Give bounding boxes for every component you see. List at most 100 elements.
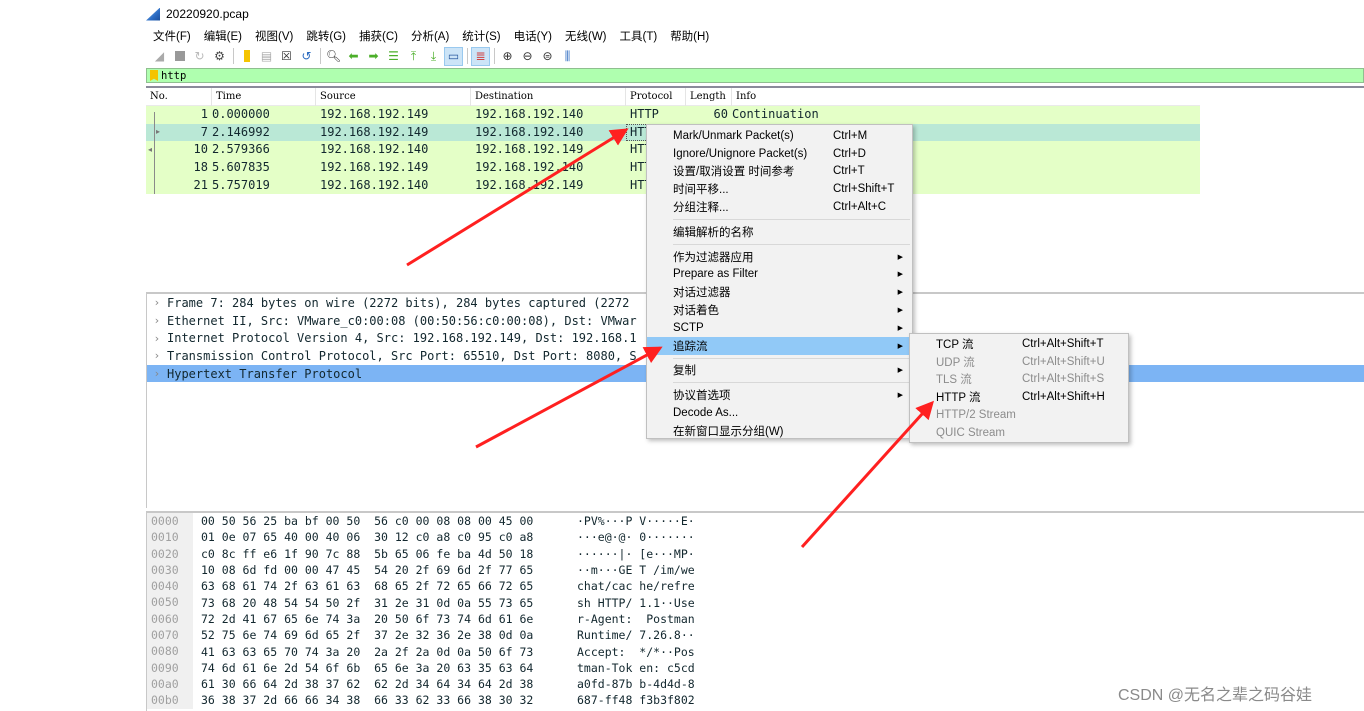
column-header-len[interactable]: Length [686, 87, 732, 106]
byte-ascii[interactable]: Runtime/ 7.26.8·· [573, 628, 695, 642]
byte-ascii[interactable]: r-Agent: Postman [573, 612, 695, 626]
byte-offset: 0060 [147, 610, 193, 628]
column-header-time[interactable]: Time [212, 87, 316, 106]
column-header-no[interactable]: No. [146, 87, 212, 106]
context-menu-item[interactable]: 分组注释... Ctrl+Alt+C [647, 198, 912, 216]
byte-hex[interactable]: c0 8c ff e6 1f 90 7c 88 5b 65 06 fe ba 4… [193, 547, 573, 561]
menu-separator [673, 218, 910, 220]
byte-hex[interactable]: 61 30 66 64 2d 38 37 62 62 2d 34 64 34 6… [193, 677, 573, 691]
byte-ascii[interactable]: Accept: */*··Pos [573, 645, 695, 659]
context-menu-item[interactable]: 对话过滤器 ▶ [647, 283, 912, 301]
bytes-row: 0090 74 6d 61 6e 2d 54 6f 6b 65 6e 3a 20 … [147, 659, 1364, 676]
context-menu-item[interactable]: 协议首选项 ▶ [647, 386, 912, 404]
menu-bar: 文件(F) 编辑(E) 视图(V) 跳转(G) 捕获(C) 分析(A) 统计(S) 电话(Y)… [146, 27, 715, 45]
go-back-icon[interactable]: ⬅ [344, 47, 363, 66]
menu-item-label: 编辑解析的名称 [673, 226, 754, 239]
byte-ascii[interactable]: ···e@·@· 0······· [573, 530, 695, 544]
first-packet-icon[interactable]: ⤒ [404, 47, 423, 66]
menu-1[interactable]: 编辑(E) [197, 28, 248, 44]
byte-hex[interactable]: 72 2d 41 67 65 6e 74 3a 20 50 6f 73 74 6… [193, 612, 573, 626]
zoom-in-icon[interactable]: ⊕ [498, 47, 517, 66]
byte-hex[interactable]: 41 63 63 65 70 74 3a 20 2a 2f 2a 0d 0a 5… [193, 645, 573, 659]
stop-capture-icon[interactable] [170, 47, 189, 66]
zoom-out-icon[interactable]: ⊖ [518, 47, 537, 66]
menu-8[interactable]: 无线(W) [558, 28, 613, 44]
byte-ascii[interactable]: ······|· [e···MP· [573, 547, 695, 561]
find-packet-icon[interactable]: 🔍︎ [324, 47, 343, 66]
byte-hex[interactable]: 63 68 61 74 2f 63 61 63 68 65 2f 72 65 6… [193, 579, 573, 593]
context-menu-item[interactable]: 设置/取消设置 时间参考 Ctrl+T [647, 163, 912, 181]
menu-6[interactable]: 统计(S) [455, 28, 506, 44]
byte-ascii[interactable]: ·PV%···P V·····E· [573, 514, 695, 528]
menu-3[interactable]: 跳转(G) [299, 28, 352, 44]
packet-cell-no: 21 [193, 177, 208, 192]
context-menu-item[interactable]: 编辑解析的名称 [647, 223, 912, 241]
follow-stream-item[interactable]: TCP 流 Ctrl+Alt+Shift+T [910, 335, 1128, 353]
byte-hex[interactable]: 74 6d 61 6e 2d 54 6f 6b 65 6e 3a 20 63 3… [193, 661, 573, 675]
byte-hex[interactable]: 52 75 6e 74 69 6d 65 2f 37 2e 32 36 2e 3… [193, 628, 573, 642]
go-to-packet-icon[interactable]: ☰ [384, 47, 403, 66]
byte-ascii[interactable]: tman-Tok en: c5cd [573, 661, 695, 675]
byte-ascii[interactable]: 687-ff48 f3b3f802 [573, 693, 695, 707]
byte-hex[interactable]: 01 0e 07 65 40 00 40 06 30 12 c0 a8 c0 9… [193, 530, 573, 544]
context-menu-item[interactable]: 复制 ▶ [647, 362, 912, 380]
context-menu-item[interactable]: 对话着色 ▶ [647, 301, 912, 319]
close-file-icon[interactable]: ☒ [277, 47, 296, 66]
submenu-arrow-icon: ▶ [897, 324, 903, 332]
byte-hex[interactable]: 73 68 20 48 54 54 50 2f 31 2e 31 0d 0a 5… [193, 596, 573, 610]
colorize-icon[interactable]: ≣ [471, 46, 490, 66]
last-packet-icon[interactable]: ⤓ [424, 47, 443, 66]
menu-5[interactable]: 分析(A) [404, 28, 455, 44]
window-title: 20220920.pcap [166, 7, 249, 21]
follow-stream-item[interactable]: HTTP 流 Ctrl+Alt+Shift+H [910, 388, 1128, 406]
menu-9[interactable]: 工具(T) [613, 28, 664, 44]
open-file-icon[interactable] [237, 47, 256, 66]
related-packets-indicator [154, 112, 155, 194]
go-forward-icon[interactable]: ➡ [364, 47, 383, 66]
menu-item-shortcut: Ctrl+M [833, 129, 868, 142]
byte-hex[interactable]: 00 50 56 25 ba bf 00 50 56 c0 00 08 08 0… [193, 514, 573, 528]
byte-ascii[interactable]: sh HTTP/ 1.1··Use [573, 596, 695, 610]
context-menu-item[interactable]: 作为过滤器应用 ▶ [647, 248, 912, 266]
byte-offset: 0050 [147, 594, 193, 611]
context-menu-item[interactable]: Mark/Unmark Packet(s) Ctrl+M [647, 127, 912, 145]
display-filter-input[interactable] [161, 69, 1341, 82]
context-menu-item[interactable]: SCTP ▶ [647, 319, 912, 337]
auto-scroll-icon[interactable]: ▭ [444, 46, 463, 66]
save-file-icon[interactable]: ▤ [257, 47, 276, 66]
expand-chevron-icon[interactable]: › [147, 314, 167, 327]
expand-chevron-icon[interactable]: › [147, 296, 167, 309]
column-header-dst[interactable]: Destination [471, 87, 626, 106]
byte-ascii[interactable]: chat/cac he/refre [573, 579, 695, 593]
filter-bookmark-icon[interactable] [150, 70, 158, 81]
byte-ascii[interactable]: a0fd-87b b-4d4d-8 [573, 677, 695, 691]
context-menu-item[interactable]: Ignore/Unignore Packet(s) Ctrl+D [647, 145, 912, 163]
menu-4[interactable]: 捕获(C) [352, 28, 404, 44]
reload-file-icon[interactable]: ↺ [297, 47, 316, 66]
context-menu-item[interactable]: 在新窗口显示分组(W) [647, 422, 912, 440]
expand-chevron-icon[interactable]: › [147, 367, 167, 380]
menu-0[interactable]: 文件(F) [146, 28, 197, 44]
menu-10[interactable]: 帮助(H) [663, 28, 715, 44]
context-menu-item[interactable]: Decode As... [647, 404, 912, 422]
resize-columns-icon[interactable]: ⫼ [558, 47, 577, 66]
packet-cell-no: 1 [200, 107, 208, 121]
restart-capture-icon[interactable]: ↻ [190, 47, 209, 66]
byte-hex[interactable]: 10 08 6d fd 00 00 47 45 54 20 2f 69 6d 2… [193, 563, 573, 577]
byte-ascii[interactable]: ··m···GE T /im/we [573, 563, 695, 577]
context-menu-item[interactable]: 时间平移... Ctrl+Shift+T [647, 180, 912, 198]
column-header-src[interactable]: Source [316, 87, 471, 106]
start-capture-icon[interactable]: ◢ [150, 47, 169, 66]
expand-chevron-icon[interactable]: › [147, 349, 167, 362]
packet-row[interactable]: 1 0.000000 192.168.192.149 192.168.192.140 H… [146, 106, 1200, 124]
byte-hex[interactable]: 36 38 37 2d 66 66 34 38 66 33 62 33 66 3… [193, 693, 573, 707]
column-header-info[interactable]: Info [732, 88, 1200, 106]
context-menu-item[interactable]: 追踪流 ▶ [647, 336, 912, 355]
menu-2[interactable]: 视图(V) [248, 28, 299, 44]
column-header-proto[interactable]: Protocol [626, 87, 686, 106]
menu-7[interactable]: 电话(Y) [507, 28, 558, 44]
normal-size-icon[interactable]: ⊜ [538, 47, 557, 66]
expand-chevron-icon[interactable]: › [147, 332, 167, 345]
capture-options-icon[interactable]: ⚙ [210, 47, 229, 66]
context-menu-item[interactable]: Prepare as Filter ▶ [647, 266, 912, 284]
